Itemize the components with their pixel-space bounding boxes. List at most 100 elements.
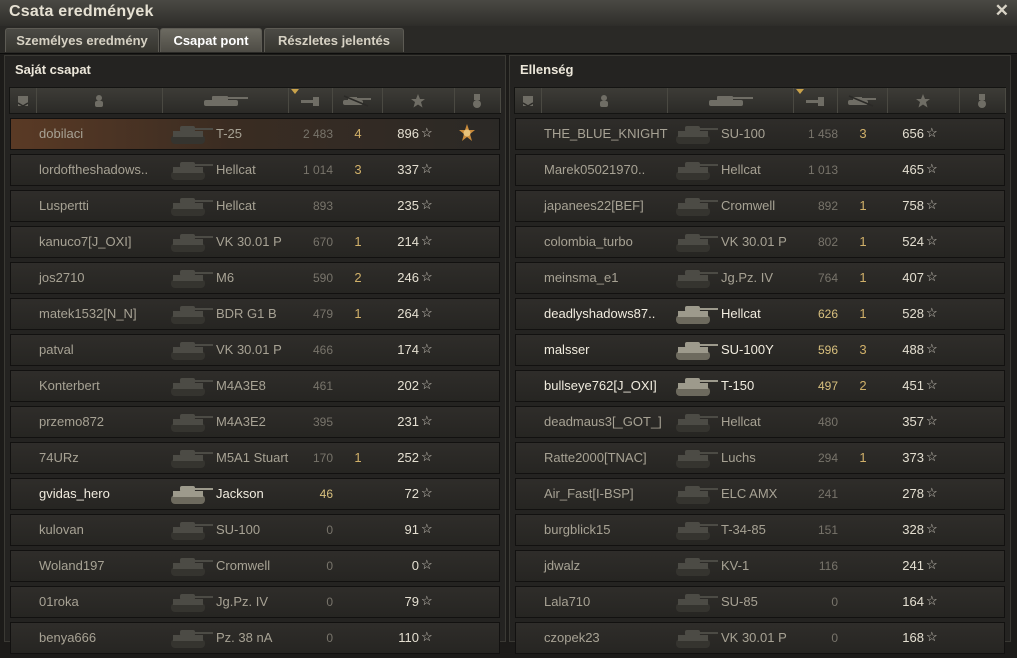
tank-name: SU-100 <box>216 522 261 537</box>
player-row[interactable]: deadlyshadows87.. Hellcat 626 1 528 ☆ <box>515 298 1005 330</box>
tank-name: Hellcat <box>721 306 761 321</box>
player-row[interactable]: bullseye762[J_OXI] T-150 497 2 451 ☆ <box>515 370 1005 402</box>
player-icon[interactable] <box>541 88 668 113</box>
player-row[interactable]: benya666 Pz. 38 nA 0 110 ☆ <box>10 622 500 654</box>
player-row[interactable]: gvidas_hero Jackson 46 72 ☆ <box>10 478 500 510</box>
player-row[interactable]: dobilaci T-25 2 483 4 896 ☆ <box>10 118 500 150</box>
player-row[interactable]: Konterbert M4A3E8 461 202 ☆ <box>10 370 500 402</box>
player-row[interactable]: 01roka Jg.Pz. IV 0 79 ☆ <box>10 586 500 618</box>
player-row[interactable]: czopek23 VK 30.01 P 0 168 ☆ <box>515 622 1005 654</box>
player-row[interactable]: malsser SU-100Y 596 3 488 ☆ <box>515 334 1005 366</box>
experience-value: 231 <box>397 414 419 429</box>
player-row[interactable]: THE_BLUE_KNIGHT SU-100 1 458 3 656 ☆ <box>515 118 1005 150</box>
frags-value: 4 <box>354 126 362 141</box>
frags-value: 1 <box>354 306 362 321</box>
window-title: Csata eredmények <box>9 3 154 20</box>
experience-value: 465 <box>902 162 924 177</box>
player-row[interactable]: Lala710 SU-85 0 164 ☆ <box>515 586 1005 618</box>
tank-icon <box>167 445 215 471</box>
player-row[interactable]: matek1532[N_N] BDR G1 B 479 1 264 ☆ <box>10 298 500 330</box>
player-name: kulovan <box>39 522 84 537</box>
player-row[interactable]: meinsma_e1 Jg.Pz. IV 764 1 407 ☆ <box>515 262 1005 294</box>
player-name: kanuco7[J_OXI] <box>39 234 132 249</box>
rank-icon[interactable] <box>515 88 542 113</box>
damage-value: 764 <box>817 271 838 285</box>
experience-star-icon: ☆ <box>926 305 938 320</box>
close-icon[interactable]: ✕ <box>995 1 1009 21</box>
experience-star-icon[interactable] <box>887 88 960 113</box>
damage-value: 626 <box>817 307 838 321</box>
damage-value: 0 <box>326 559 333 573</box>
player-row[interactable]: Air_Fast[I-BSP] ELC AMX 241 278 ☆ <box>515 478 1005 510</box>
player-row[interactable]: kanuco7[J_OXI] VK 30.01 P 670 1 214 ☆ <box>10 226 500 258</box>
damage-icon[interactable] <box>288 88 333 113</box>
medal-icon[interactable] <box>454 88 501 113</box>
player-name: deadmaus3[_GOT_] <box>544 414 662 429</box>
player-row[interactable]: colombia_turbo VK 30.01 P 802 1 524 ☆ <box>515 226 1005 258</box>
tab-team-score[interactable]: Csapat pont <box>160 28 262 52</box>
player-icon[interactable] <box>36 88 163 113</box>
player-row[interactable]: patval VK 30.01 P 466 174 ☆ <box>10 334 500 366</box>
player-row[interactable]: Woland197 Cromwell 0 0 ☆ <box>10 550 500 582</box>
player-name: bullseye762[J_OXI] <box>544 378 657 393</box>
player-name: dobilaci <box>39 126 84 141</box>
tank-icon <box>672 589 720 615</box>
tab-detailed-report[interactable]: Részletes jelentés <box>264 28 404 52</box>
own-team-panel: Saját csapat dobilaci T-25 2 483 4 896 ☆ lordo… <box>4 55 506 654</box>
player-row[interactable]: jdwalz KV-1 116 241 ☆ <box>515 550 1005 582</box>
experience-value: 164 <box>902 594 924 609</box>
own-team-header <box>9 87 501 114</box>
player-name: deadlyshadows87.. <box>544 306 656 321</box>
tank-icon <box>672 481 720 507</box>
player-row[interactable]: deadmaus3[_GOT_] Hellcat 480 357 ☆ <box>515 406 1005 438</box>
medal-icon[interactable] <box>959 88 1006 113</box>
player-row[interactable]: przemo872 M4A3E2 395 231 ☆ <box>10 406 500 438</box>
frags-value: 1 <box>354 450 362 465</box>
experience-star-icon: ☆ <box>421 557 433 572</box>
tank-name: Cromwell <box>216 558 271 573</box>
experience-value: 488 <box>902 342 924 357</box>
tank-icon[interactable] <box>667 88 794 113</box>
tank-icon <box>672 517 720 543</box>
damage-value: 294 <box>817 451 838 465</box>
experience-value: 0 <box>411 558 419 573</box>
rank-icon[interactable] <box>10 88 37 113</box>
player-row[interactable]: jos2710 M6 590 2 246 ☆ <box>10 262 500 294</box>
kills-icon[interactable] <box>837 88 888 113</box>
player-row[interactable]: Luspertti Hellcat 893 235 ☆ <box>10 190 500 222</box>
damage-value: 480 <box>817 415 838 429</box>
tank-name: Jg.Pz. IV <box>721 270 774 285</box>
player-row[interactable]: Marek05021970.. Hellcat 1 013 465 ☆ <box>515 154 1005 186</box>
damage-icon[interactable] <box>793 88 838 113</box>
experience-star-icon: ☆ <box>926 269 938 284</box>
experience-value: 246 <box>397 270 419 285</box>
tank-name: Hellcat <box>721 162 761 177</box>
experience-value: 168 <box>902 630 924 645</box>
damage-value: 2 483 <box>302 127 333 141</box>
experience-value: 252 <box>397 450 419 465</box>
tank-icon <box>672 193 720 219</box>
frags-value: 1 <box>859 198 867 213</box>
tank-name: Jg.Pz. IV <box>216 594 269 609</box>
experience-star-icon: ☆ <box>926 593 938 608</box>
experience-star-icon[interactable] <box>382 88 455 113</box>
player-row[interactable]: kulovan SU-100 0 91 ☆ <box>10 514 500 546</box>
tank-name: T-150 <box>721 378 755 393</box>
tank-icon <box>167 337 215 363</box>
tank-icon <box>672 301 720 327</box>
frags-value: 3 <box>859 342 867 357</box>
player-name: 74URz <box>39 450 79 465</box>
tab-personal-results[interactable]: Személyes eredmény <box>5 28 159 52</box>
player-row[interactable]: 74URz M5A1 Stuart 170 1 252 ☆ <box>10 442 500 474</box>
experience-star-icon: ☆ <box>421 197 433 212</box>
player-row[interactable]: burgblick15 T-34-85 151 328 ☆ <box>515 514 1005 546</box>
medal-icon[interactable] <box>457 123 477 143</box>
enemy-team-rows: THE_BLUE_KNIGHT SU-100 1 458 3 656 ☆ Marek0502… <box>515 118 1005 658</box>
player-row[interactable]: lordoftheshadows.. Hellcat 1 014 3 337 ☆ <box>10 154 500 186</box>
tank-icon[interactable] <box>162 88 289 113</box>
kills-icon[interactable] <box>332 88 383 113</box>
sort-indicator-icon <box>291 89 299 94</box>
player-row[interactable]: japanees22[BEF] Cromwell 892 1 758 ☆ <box>515 190 1005 222</box>
player-row[interactable]: Ratte2000[TNAC] Luchs 294 1 373 ☆ <box>515 442 1005 474</box>
player-name: Luspertti <box>39 198 89 213</box>
